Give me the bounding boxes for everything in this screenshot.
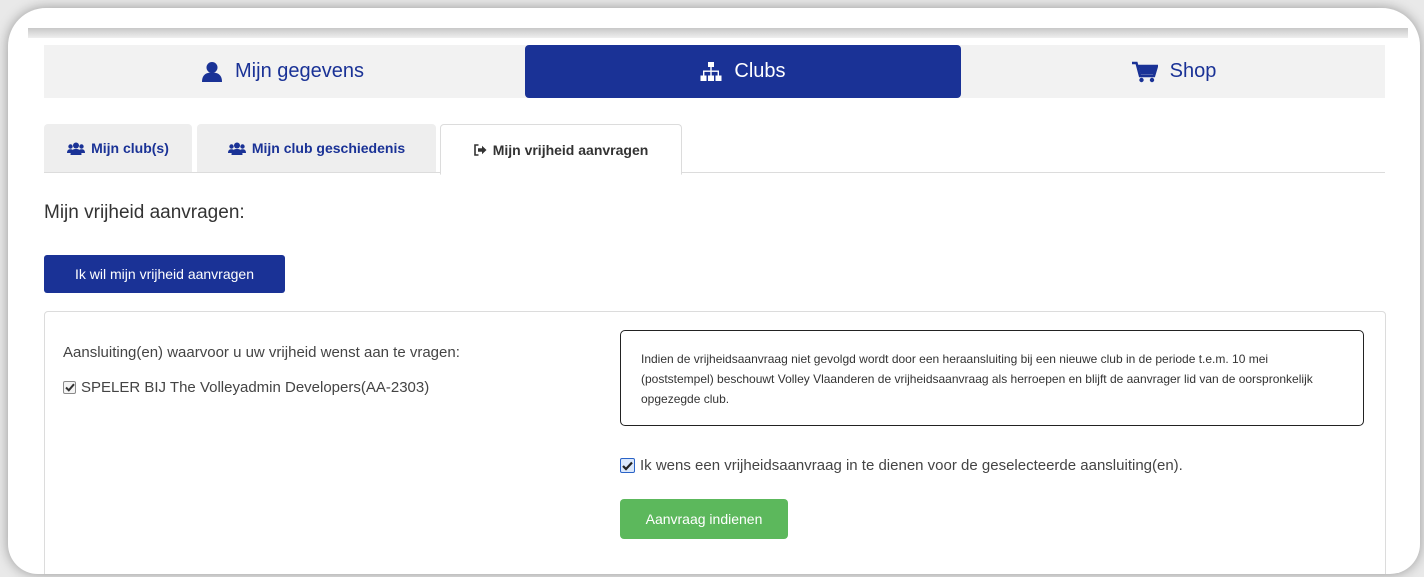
- app-window: Mijn gegevens Clubs Shop Mijn club(s) Mi…: [8, 8, 1420, 574]
- confirm-label: Ik wens een vrijheidsaanvraag in te dien…: [640, 457, 1183, 474]
- confirm-checkbox[interactable]: [620, 458, 635, 473]
- page-title: Mijn vrijheid aanvragen:: [44, 202, 245, 223]
- sign-out-icon: [473, 143, 487, 156]
- affiliation-item[interactable]: SPELER BIJ The Volleyadmin Developers(AA…: [63, 379, 429, 396]
- users-icon: [67, 142, 86, 155]
- tab-label: Mijn club geschiedenis: [251, 140, 406, 156]
- tab-mijn-clubs[interactable]: Mijn club(s): [44, 124, 192, 172]
- tab-mijn-club-geschiedenis[interactable]: Mijn club geschiedenis: [197, 124, 436, 172]
- affiliation-selection-label: Aansluiting(en) waarvoor u uw vrijheid w…: [63, 344, 460, 361]
- nav-item-label: Mijn gegevens: [235, 60, 364, 82]
- sitemap-icon: [700, 61, 722, 82]
- tab-label: Mijn club(s): [91, 140, 169, 156]
- nav-item-label: Shop: [1169, 60, 1217, 82]
- nav-item-clubs[interactable]: Clubs: [525, 45, 961, 98]
- info-notice-text: Indien de vrijheidsaanvraag niet gevolgd…: [641, 352, 1313, 406]
- nav-item-shop[interactable]: Shop: [964, 45, 1384, 98]
- top-divider: [28, 28, 1408, 38]
- cart-icon: [1131, 61, 1158, 83]
- tab-label: Mijn vrijheid aanvragen: [492, 141, 649, 158]
- nav-item-label: Clubs: [734, 60, 786, 82]
- main-nav: Mijn gegevens Clubs Shop: [44, 45, 1385, 98]
- request-panel: Aansluiting(en) waarvoor u uw vrijheid w…: [44, 311, 1386, 574]
- user-icon: [201, 61, 223, 83]
- confirm-row[interactable]: Ik wens een vrijheidsaanvraag in te dien…: [620, 457, 1183, 474]
- tab-mijn-vrijheid-aanvragen[interactable]: Mijn vrijheid aanvragen: [440, 124, 682, 175]
- affiliation-label: SPELER BIJ The Volleyadmin Developers(AA…: [81, 379, 430, 396]
- submit-request-button[interactable]: Aanvraag indienen: [620, 499, 788, 539]
- users-icon: [227, 142, 246, 155]
- request-freedom-button[interactable]: Ik wil mijn vrijheid aanvragen: [44, 255, 285, 293]
- affiliation-checkbox[interactable]: [63, 381, 76, 394]
- nav-item-mijn-gegevens[interactable]: Mijn gegevens: [44, 45, 521, 98]
- sub-tabs: Mijn club(s) Mijn club geschiedenis Mijn…: [44, 124, 1385, 175]
- info-notice: Indien de vrijheidsaanvraag niet gevolgd…: [620, 330, 1364, 426]
